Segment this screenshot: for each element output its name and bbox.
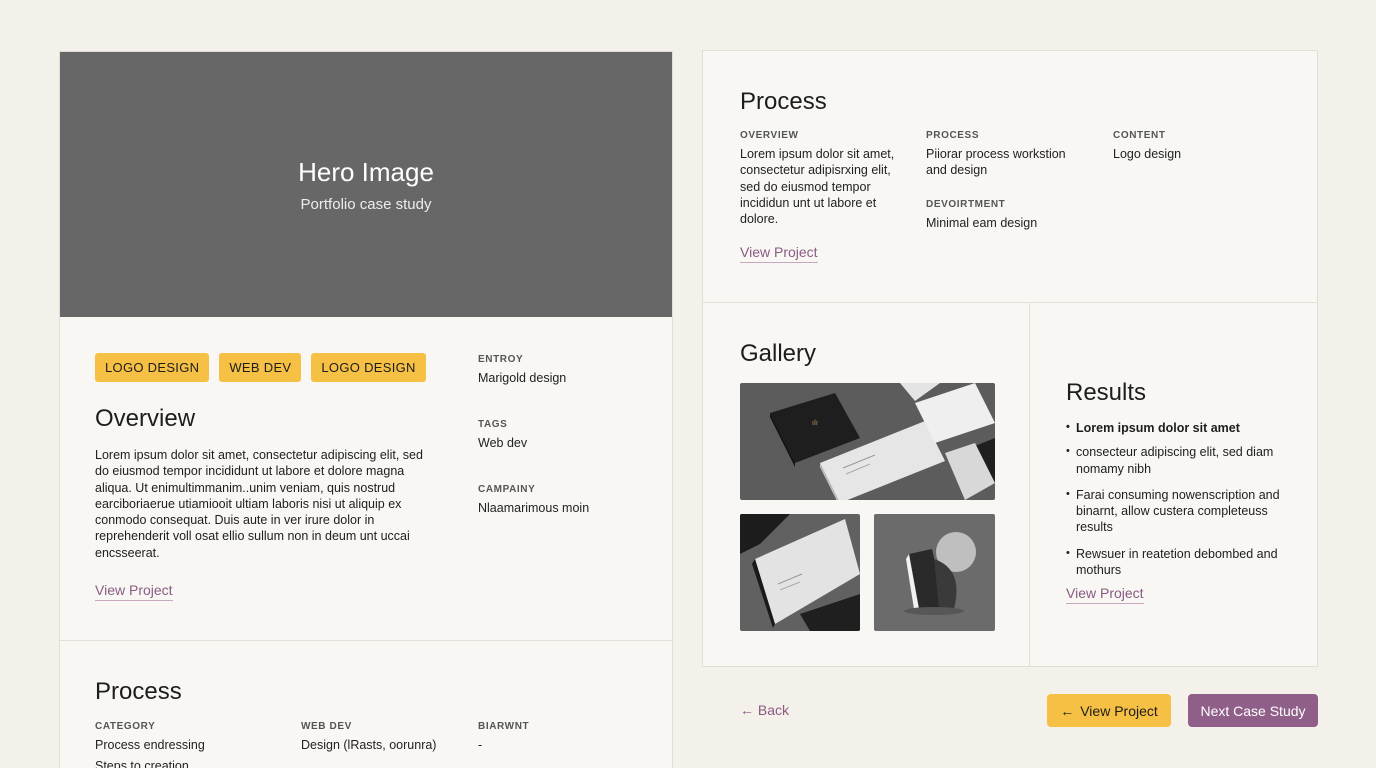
meta-label: CATEGORY <box>95 721 156 732</box>
results-list-item: consecteur adipiscing elit, sed diam nom… <box>1066 444 1306 477</box>
results-heading: Results <box>1066 379 1147 406</box>
results-list: Lorem ipsum dolor sit amet consecteur ad… <box>1066 420 1306 588</box>
process-view-project-link[interactable]: View Project <box>740 244 818 263</box>
process-section-left: Process CATEGORY Process endressing Step… <box>60 641 672 768</box>
meta-value: Marigold design <box>478 371 567 385</box>
meta-value-secondary: Steps to creation <box>95 759 189 768</box>
meta-label: OVERVIEW <box>740 130 799 141</box>
overview-view-project-link[interactable]: View Project <box>95 582 173 601</box>
overview-body: Lorem ipsum dolor sit amet, consectetur … <box>95 448 423 560</box>
meta-label: CAMPAINY <box>478 484 536 495</box>
next-case-study-button[interactable]: Next Case Study <box>1188 694 1318 727</box>
results-list-item: Lorem ipsum dolor sit amet <box>1066 420 1306 436</box>
meta-label: PROCESS <box>926 130 980 141</box>
results-list-item: Rewsuer in reatetion debombed and mothur… <box>1066 546 1306 579</box>
process-content-column: CONTENT Logo design <box>1113 130 1263 162</box>
back-button[interactable]: ← Back <box>740 702 789 718</box>
meta-label: BIARWNT <box>478 721 530 732</box>
hero-image-placeholder: Hero Image Portfolio case study <box>60 52 672 317</box>
process-devoirtment-column: DEVOIRTMENT Minimal eam design <box>926 199 1076 231</box>
back-label: Back <box>757 702 790 718</box>
meta-value: Nlaamarimous moin <box>478 501 590 515</box>
case-study-left-panel: Hero Image Portfolio case study LOGO DES… <box>59 51 673 768</box>
tag-logo-design[interactable]: LOGO DESIGN <box>95 353 210 382</box>
meta-tags: TAGS Web dev <box>478 419 527 451</box>
gallery-heading: Gallery <box>740 340 817 367</box>
gallery-image-sculpture[interactable] <box>874 514 995 631</box>
meta-value: Piiorar process workstion and design <box>926 147 1066 178</box>
tag-list: LOGO DESIGN WEB DEV LOGO DESIGN <box>95 353 426 382</box>
meta-value: Process endressing <box>95 738 205 752</box>
results-list-item: Farai consuming nowenscription and binar… <box>1066 487 1306 536</box>
svg-text:ılı: ılı <box>812 419 818 427</box>
gallery-section: Gallery ılı <box>703 303 1030 667</box>
meta-value: Minimal eam design <box>926 216 1038 230</box>
process-category-column: CATEGORY Process endressing Steps to cre… <box>95 721 205 768</box>
meta-label: WEB DEV <box>301 721 352 732</box>
overview-section: LOGO DESIGN WEB DEV LOGO DESIGN Overview… <box>60 317 672 641</box>
process-heading: Process <box>95 678 182 705</box>
gallery-image-business-cards[interactable]: ılı <box>740 383 995 500</box>
meta-value: Design (lRasts, oorunra) <box>301 738 437 752</box>
meta-label: ENTROY <box>478 354 524 365</box>
case-study-right-panel: Process OVERVIEW Lorem ipsum dolor sit a… <box>702 50 1318 667</box>
arrow-left-icon: ← <box>1060 702 1075 719</box>
arrow-left-icon: ← <box>740 702 754 718</box>
meta-value: Logo design <box>1113 147 1182 161</box>
meta-label: CONTENT <box>1113 130 1166 141</box>
view-project-button[interactable]: ← View Project <box>1047 694 1171 727</box>
meta-label: TAGS <box>478 419 508 430</box>
meta-value: Web dev <box>478 436 528 450</box>
process-overview-column: OVERVIEW Lorem ipsum dolor sit amet, con… <box>740 130 900 227</box>
meta-value: Lorem ipsum dolor sit amet, consectetur … <box>740 147 895 226</box>
gallery-image-cards-closeup[interactable] <box>740 514 860 631</box>
meta-entroy: ENTROY Marigold design <box>478 354 566 386</box>
results-view-project-link[interactable]: View Project <box>1066 585 1144 604</box>
overview-heading: Overview <box>95 405 196 432</box>
meta-campainy: CAMPAINY Nlaamarimous moin <box>478 484 589 516</box>
hero-subtitle: Portfolio case study <box>300 195 432 213</box>
process-heading: Process <box>740 88 827 115</box>
tag-web-dev[interactable]: WEB DEV <box>219 353 302 382</box>
process-biarwnt-column: BIARWNT - <box>478 721 529 753</box>
meta-value: - <box>478 738 483 752</box>
tag-logo-design-2[interactable]: LOGO DESIGN <box>311 353 426 382</box>
process-process-column: PROCESS Piiorar process workstion and de… <box>926 130 1076 179</box>
hero-title: Hero Image <box>298 156 434 187</box>
process-webdev-column: WEB DEV Design (lRasts, oorunra) <box>301 721 436 753</box>
gallery-results-row: Gallery ılı Results • Lorem ipsum dolor … <box>703 303 1317 667</box>
meta-label: DEVOIRTMENT <box>926 199 1006 210</box>
process-section-right: Process OVERVIEW Lorem ipsum dolor sit a… <box>703 51 1317 303</box>
view-project-label: View Project <box>1080 702 1158 719</box>
results-section: Results Lorem ipsum dolor sit amet conse… <box>1030 303 1317 667</box>
